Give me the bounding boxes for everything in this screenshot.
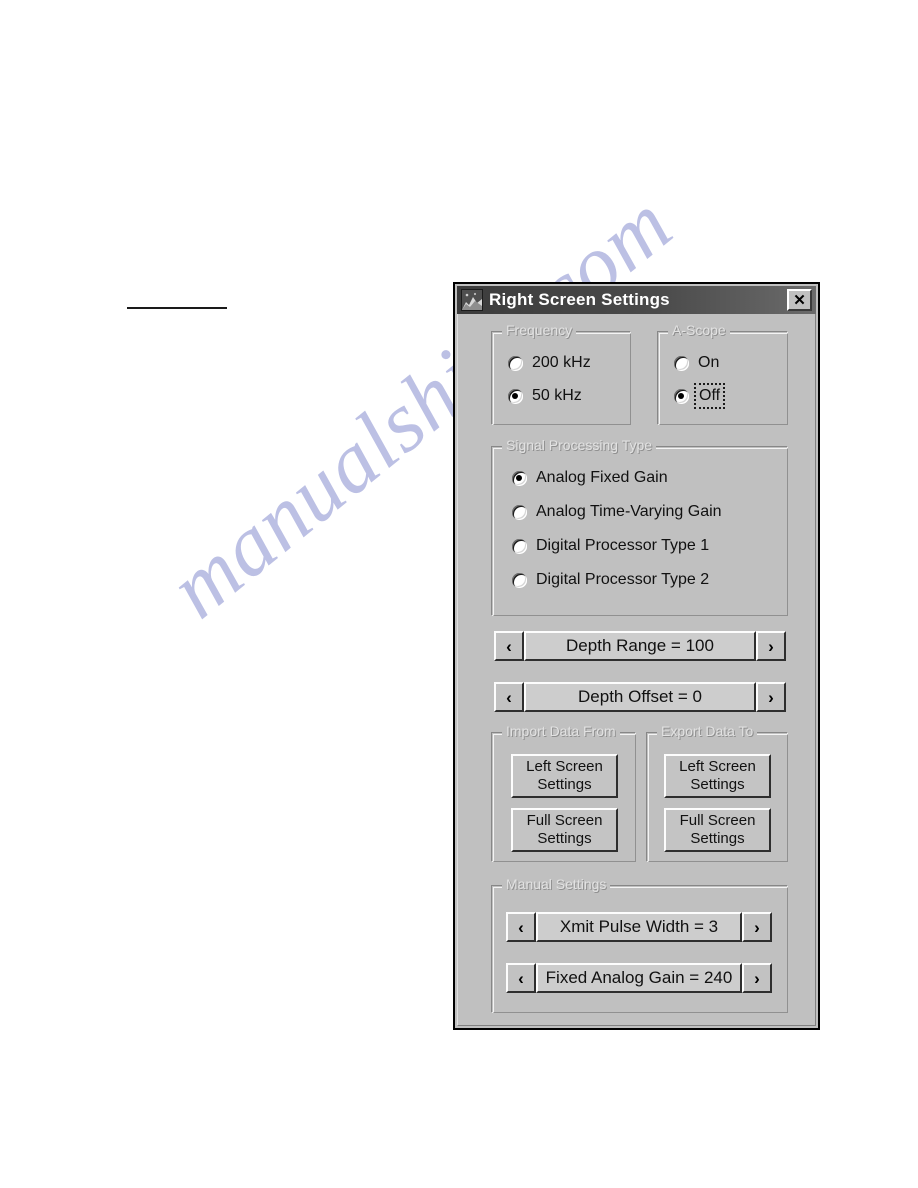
radio-label: Analog Time-Varying Gain — [536, 503, 722, 520]
radio-label: On — [698, 354, 720, 371]
radio-indicator — [674, 355, 689, 371]
chevron-left-icon[interactable]: ‹ — [494, 631, 524, 661]
radio-label: 50 kHz — [532, 387, 582, 404]
depth-range-value[interactable]: Depth Range = 100 — [524, 631, 756, 661]
import-left-screen-settings-button[interactable]: Left Screen Settings — [511, 754, 618, 798]
frequency-group: Frequency 200 kHz 50 kHz — [491, 322, 631, 425]
depth-range-spinner: ‹ Depth Range = 100 › — [494, 631, 786, 661]
radio-label: Digital Processor Type 2 — [536, 571, 710, 588]
button-line-1: Left Screen — [526, 758, 603, 776]
right-screen-settings-window: Right Screen Settings ✕ Frequency 200 kH… — [453, 282, 820, 1030]
chevron-right-icon[interactable]: › — [756, 631, 786, 661]
radio-label: Digital Processor Type 1 — [536, 537, 710, 554]
chevron-right-icon[interactable]: › — [742, 963, 772, 993]
radio-ascope-on[interactable]: On — [674, 354, 719, 372]
radio-frequency-200khz[interactable]: 200 kHz — [508, 354, 591, 372]
depth-offset-spinner: ‹ Depth Offset = 0 › — [494, 682, 786, 712]
export-group-label: Export Data To — [657, 723, 758, 739]
export-full-screen-settings-button[interactable]: Full Screen Settings — [664, 808, 771, 852]
manual-settings-group: Manual Settings ‹ Xmit Pulse Width = 3 ›… — [491, 876, 788, 1013]
export-data-to-group: Export Data To Left Screen Settings Full… — [646, 723, 788, 862]
ascope-group: A-Scope On Off — [657, 322, 788, 425]
radio-analog-fixed-gain[interactable]: Analog Fixed Gain — [512, 469, 668, 487]
radio-indicator — [674, 388, 689, 404]
radio-analog-time-varying-gain[interactable]: Analog Time-Varying Gain — [512, 503, 722, 521]
radio-indicator — [512, 572, 527, 588]
import-full-screen-settings-button[interactable]: Full Screen Settings — [511, 808, 618, 852]
radio-frequency-50khz[interactable]: 50 kHz — [508, 387, 582, 405]
button-line-2: Settings — [690, 776, 745, 793]
chevron-left-icon[interactable]: ‹ — [494, 682, 524, 712]
import-group-label: Import Data From — [502, 723, 620, 739]
signal-processing-group-label: Signal Processing Type — [502, 437, 657, 453]
ascope-group-label: A-Scope — [668, 322, 730, 338]
dialog-client-area: Frequency 200 kHz 50 kHz A-Scope On Off — [460, 317, 813, 1023]
radio-indicator — [512, 470, 527, 486]
radio-digital-processor-type-1[interactable]: Digital Processor Type 1 — [512, 537, 709, 555]
chevron-left-icon[interactable]: ‹ — [506, 963, 536, 993]
title-bar[interactable]: Right Screen Settings ✕ — [457, 286, 816, 314]
chevron-right-icon[interactable]: › — [756, 682, 786, 712]
radio-indicator — [512, 538, 527, 554]
signal-processing-type-group: Signal Processing Type Analog Fixed Gain… — [491, 437, 788, 616]
import-data-from-group: Import Data From Left Screen Settings Fu… — [491, 723, 636, 862]
fixed-analog-gain-spinner: ‹ Fixed Analog Gain = 240 › — [506, 963, 772, 993]
chevron-left-icon[interactable]: ‹ — [506, 912, 536, 942]
frequency-group-label: Frequency — [502, 322, 577, 338]
page-horizontal-rule — [127, 307, 227, 309]
chevron-right-icon[interactable]: › — [742, 912, 772, 942]
radio-indicator — [508, 355, 523, 371]
fixed-analog-gain-value[interactable]: Fixed Analog Gain = 240 — [536, 963, 742, 993]
terrain-sonar-icon — [461, 289, 483, 311]
depth-offset-value[interactable]: Depth Offset = 0 — [524, 682, 756, 712]
manual-settings-group-label: Manual Settings — [502, 876, 611, 892]
radio-indicator — [512, 504, 527, 520]
button-line-2: Settings — [537, 776, 592, 793]
window-title: Right Screen Settings — [489, 290, 670, 309]
xmit-pulse-width-value[interactable]: Xmit Pulse Width = 3 — [536, 912, 742, 942]
radio-digital-processor-type-2[interactable]: Digital Processor Type 2 — [512, 571, 709, 589]
xmit-pulse-width-spinner: ‹ Xmit Pulse Width = 3 › — [506, 912, 772, 942]
radio-label: 200 kHz — [532, 354, 591, 371]
radio-indicator — [508, 388, 523, 404]
radio-ascope-off[interactable]: Off — [674, 383, 726, 409]
close-icon[interactable]: ✕ — [787, 289, 812, 311]
radio-label: Off — [693, 383, 726, 409]
button-line-2: Settings — [690, 830, 745, 847]
button-line-1: Left Screen — [679, 758, 756, 776]
button-line-1: Full Screen — [679, 812, 756, 830]
radio-label: Analog Fixed Gain — [536, 469, 668, 486]
button-line-1: Full Screen — [526, 812, 603, 830]
button-line-2: Settings — [537, 830, 592, 847]
export-left-screen-settings-button[interactable]: Left Screen Settings — [664, 754, 771, 798]
